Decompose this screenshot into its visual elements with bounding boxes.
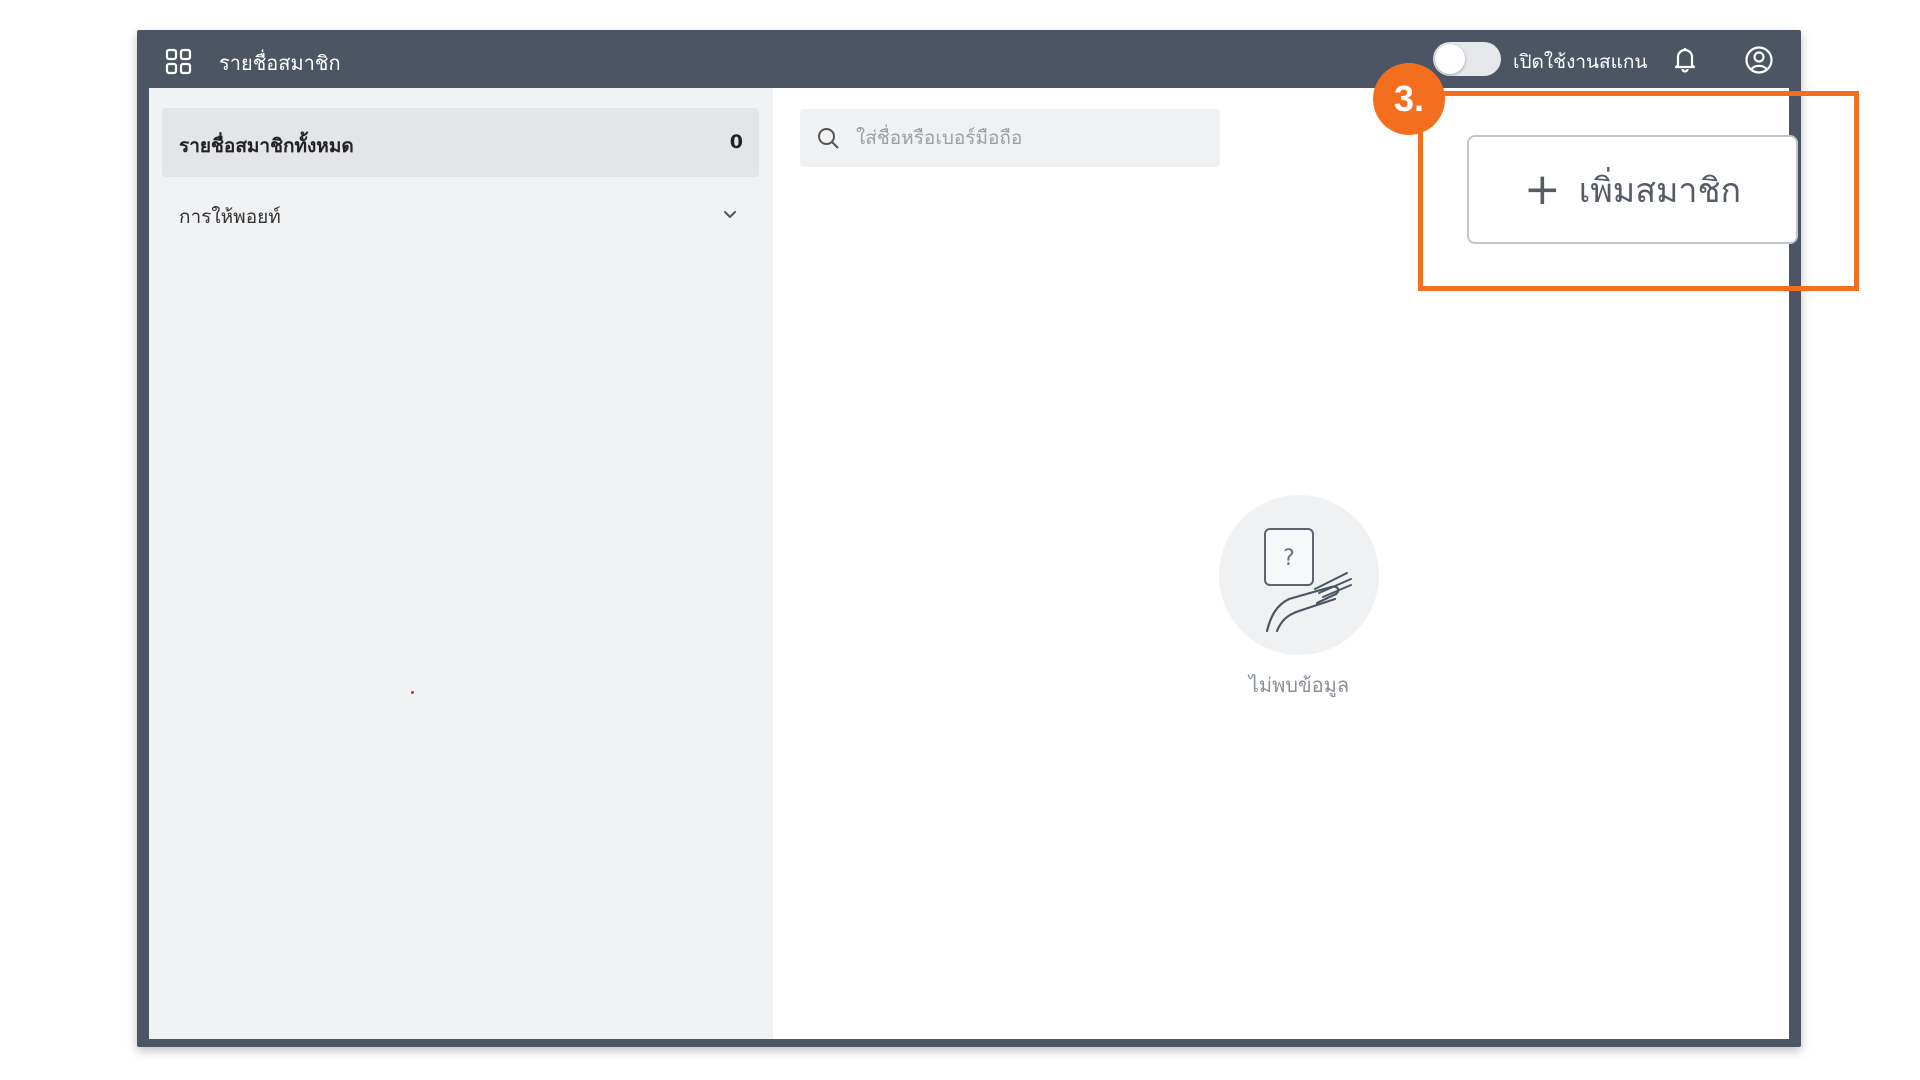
toggle-knob: [1435, 44, 1465, 74]
question-card-hand-icon: ?: [1264, 528, 1352, 633]
user-account-icon[interactable]: [1743, 44, 1775, 76]
sidebar-item-label: การให้พอยท์: [179, 206, 281, 228]
svg-text:?: ?: [1283, 546, 1295, 571]
step-number-badge: 3.: [1373, 63, 1445, 135]
search-box: [800, 109, 1220, 167]
scan-toggle[interactable]: [1433, 42, 1501, 76]
bell-icon[interactable]: [1670, 44, 1700, 74]
apps-grid-icon[interactable]: [165, 48, 193, 76]
empty-state-message: ไม่พบข้อมูล: [1248, 673, 1350, 697]
empty-state-illustration: ?: [1219, 495, 1379, 655]
top-bar: รายชื่อสมาชิก เปิดใช้งานสแกน: [137, 30, 1801, 88]
sidebar-item-give-points[interactable]: การให้พอยท์: [162, 181, 759, 247]
page-title: รายชื่อสมาชิก: [219, 51, 341, 75]
chevron-down-icon: [724, 211, 736, 218]
scan-toggle-label: เปิดใช้งานสแกน: [1513, 51, 1648, 73]
tutorial-highlight-box: [1418, 91, 1859, 291]
member-count: 0: [729, 131, 743, 153]
search-icon: [818, 128, 839, 149]
search-input[interactable]: [856, 109, 1206, 167]
sidebar-item-all-members[interactable]: รายชื่อสมาชิกทั้งหมด 0: [162, 108, 759, 177]
cursor-dot: [411, 691, 414, 694]
sidebar-item-label: รายชื่อสมาชิกทั้งหมด: [179, 135, 354, 157]
sidebar: รายชื่อสมาชิกทั้งหมด 0 การให้พอยท์: [149, 88, 773, 1039]
